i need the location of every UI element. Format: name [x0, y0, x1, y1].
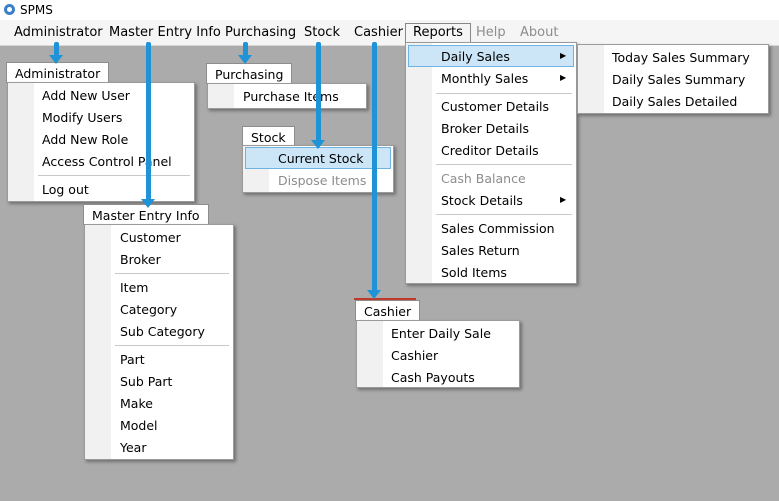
administrator-tab: Administrator [6, 62, 110, 83]
annotation-arrow-head [49, 55, 63, 64]
menu-item-daily-sales-detailed[interactable]: Daily Sales Detailed [612, 94, 737, 109]
menu-item-today-sales-summary[interactable]: Today Sales Summary [612, 50, 750, 65]
menu-item-current-stock[interactable]: Current Stock [278, 151, 364, 166]
menu-item-sub-category[interactable]: Sub Category [120, 324, 205, 339]
menu-item-customer[interactable]: Customer [120, 230, 181, 245]
menu-item-cash-payouts[interactable]: Cash Payouts [391, 370, 475, 385]
menu-item-sub-part[interactable]: Sub Part [120, 374, 172, 389]
annotation-arrow-line [146, 42, 151, 200]
cashier-tab: Cashier [355, 300, 421, 321]
menu-item-add-new-user[interactable]: Add New User [42, 88, 130, 103]
menu-separator [115, 345, 229, 346]
menu-help[interactable]: Help [476, 25, 506, 40]
menu-item-broker-details[interactable]: Broker Details [441, 121, 529, 136]
menu-item-monthly-sales[interactable]: Monthly Sales [441, 71, 528, 86]
menu-item-add-new-role[interactable]: Add New Role [42, 132, 128, 147]
menu-purchasing[interactable]: Purchasing [225, 25, 296, 40]
menu-item-category[interactable]: Category [120, 302, 177, 317]
menu-gutter [85, 225, 111, 459]
menu-item-daily-sales[interactable]: Daily Sales [441, 49, 510, 64]
menu-master-entry-info[interactable]: Master Entry Info [109, 25, 221, 40]
menu-item-dispose-items[interactable]: Dispose Items [278, 173, 366, 188]
submenu-arrow-icon: ▶ [560, 195, 567, 204]
menu-separator [436, 214, 572, 215]
menu-item-customer-details[interactable]: Customer Details [441, 99, 549, 114]
menu-gutter [406, 43, 432, 283]
menu-item-stock-details[interactable]: Stock Details [441, 193, 523, 208]
daily-sales-submenu: Today Sales Summary Daily Sales Summary … [577, 44, 769, 114]
menu-stock[interactable]: Stock [304, 25, 340, 40]
menu-item-access-control-panel[interactable]: Access Control Panel [42, 154, 172, 169]
annotation-arrow-head [311, 140, 325, 149]
menu-item-enter-daily-sale[interactable]: Enter Daily Sale [391, 326, 491, 341]
menu-item-sales-return[interactable]: Sales Return [441, 243, 520, 258]
annotation-arrow-line [372, 42, 377, 292]
title-bar: SPMS [0, 0, 779, 20]
master-entry-info-dropdown: Customer Broker Item Category Sub Catego… [84, 224, 234, 460]
menu-administrator[interactable]: Administrator [14, 25, 103, 40]
menu-cashier[interactable]: Cashier [354, 25, 403, 40]
window-title: SPMS [20, 3, 53, 17]
menu-item-purchase-items[interactable]: Purchase Items [243, 89, 339, 104]
menu-about[interactable]: About [520, 25, 558, 40]
menu-item-make[interactable]: Make [120, 396, 153, 411]
menu-reports[interactable]: Reports [405, 23, 471, 42]
annotation-arrow-line [316, 42, 321, 142]
administrator-dropdown: Add New User Modify Users Add New Role A… [7, 82, 195, 202]
purchasing-dropdown: Purchase Items [207, 83, 367, 109]
menu-item-sales-commission[interactable]: Sales Commission [441, 221, 555, 236]
menu-gutter [208, 84, 234, 108]
menu-item-year[interactable]: Year [120, 440, 146, 455]
menu-item-daily-sales-summary[interactable]: Daily Sales Summary [612, 72, 745, 87]
menu-item-model[interactable]: Model [120, 418, 158, 433]
menu-item-cash-balance[interactable]: Cash Balance [441, 171, 526, 186]
menu-item-creditor-details[interactable]: Creditor Details [441, 143, 539, 158]
menu-gutter [357, 321, 383, 387]
menu-item-sold-items[interactable]: Sold Items [441, 265, 507, 280]
annotation-arrow-head [367, 290, 381, 299]
menu-item-cashier[interactable]: Cashier [391, 348, 438, 363]
cashier-dropdown: Enter Daily Sale Cashier Cash Payouts [356, 320, 520, 388]
menu-item-item[interactable]: Item [120, 280, 148, 295]
menu-bar: Administrator Master Entry Info Purchasi… [0, 20, 779, 46]
app-icon [4, 4, 15, 15]
menu-item-broker[interactable]: Broker [120, 252, 161, 267]
annotation-arrow-line [243, 42, 248, 56]
stock-tab: Stock [242, 126, 295, 147]
menu-gutter [578, 45, 604, 113]
submenu-arrow-icon: ▶ [560, 51, 567, 60]
annotation-arrow-line [54, 42, 59, 56]
menu-item-log-out[interactable]: Log out [42, 182, 89, 197]
annotation-arrow-head [141, 199, 155, 208]
annotation-arrow-head [238, 55, 252, 64]
menu-separator [115, 273, 229, 274]
purchasing-tab: Purchasing [206, 63, 293, 84]
menu-separator [436, 93, 572, 94]
submenu-arrow-icon: ▶ [560, 73, 567, 82]
menu-separator [38, 175, 190, 176]
menu-separator [436, 164, 572, 165]
reports-dropdown: Daily Sales ▶ Monthly Sales ▶ Customer D… [405, 42, 577, 284]
menu-gutter [8, 83, 34, 201]
menu-item-part[interactable]: Part [120, 352, 145, 367]
menu-item-modify-users[interactable]: Modify Users [42, 110, 122, 125]
